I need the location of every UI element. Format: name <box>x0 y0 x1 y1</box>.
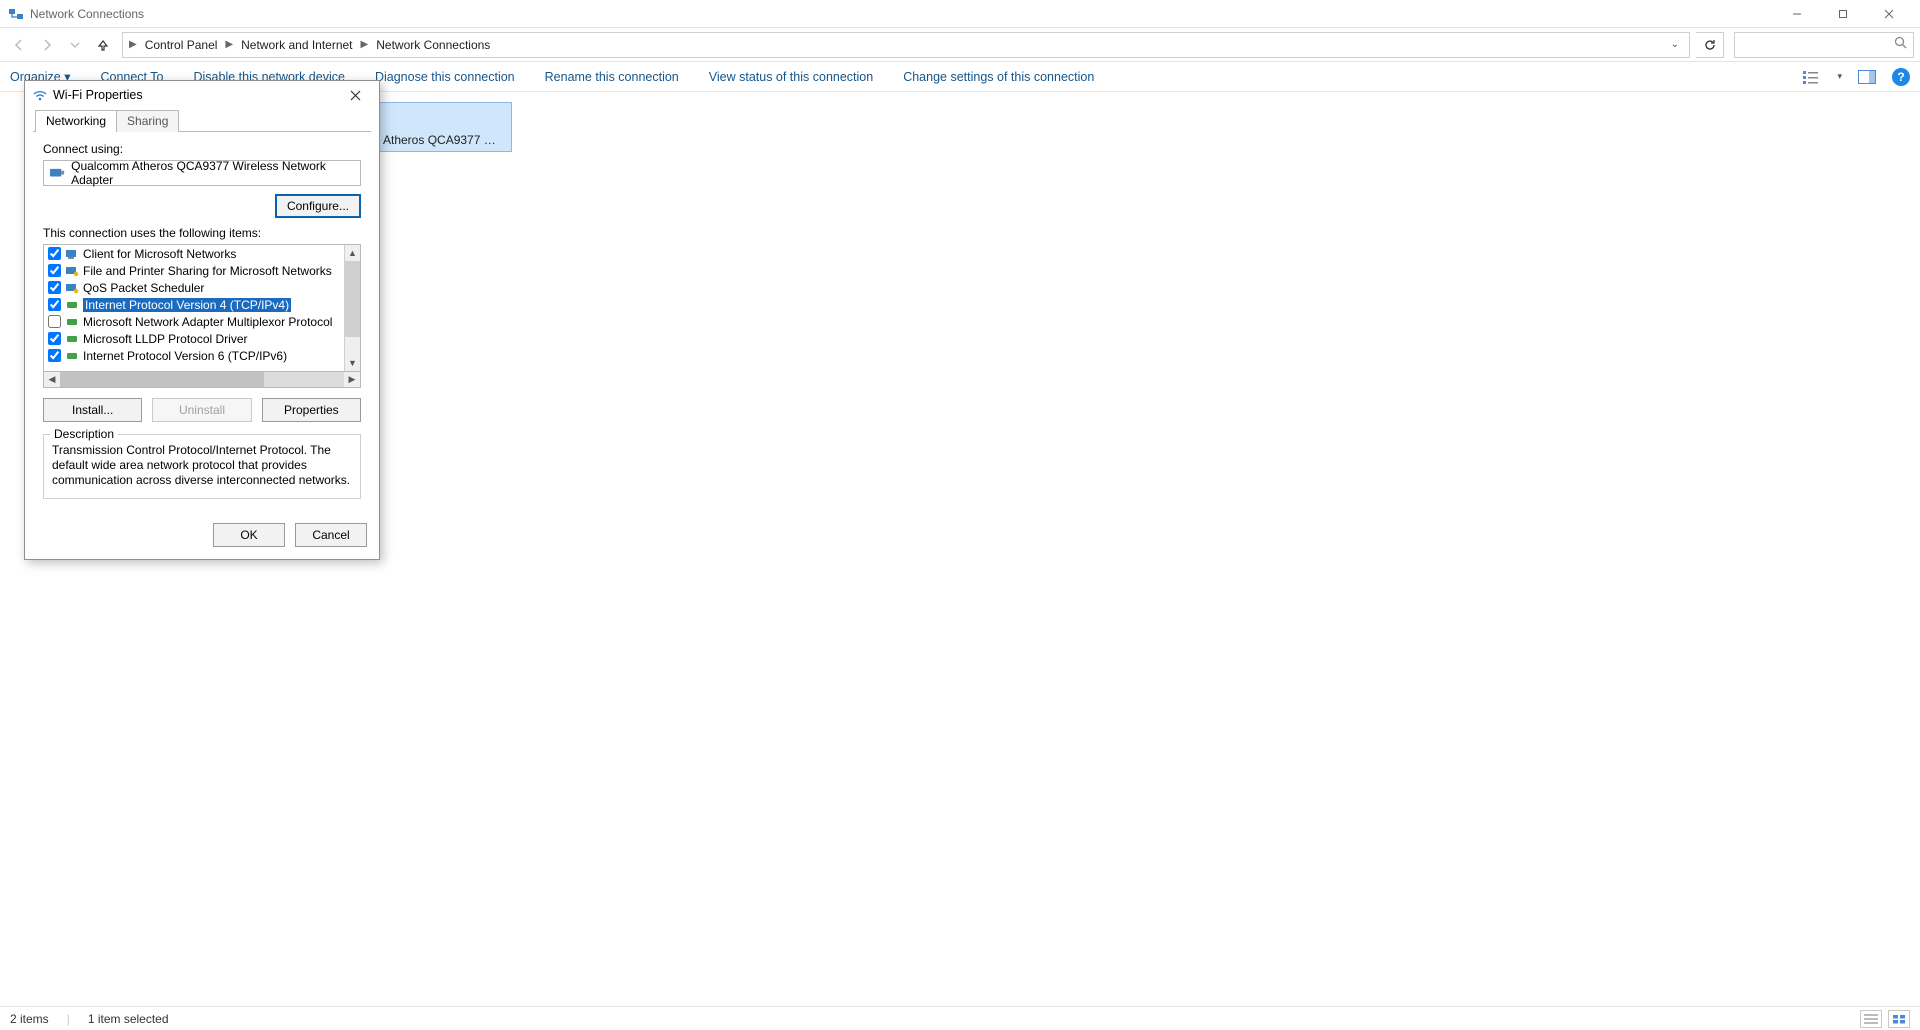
minimize-button[interactable] <box>1774 0 1820 28</box>
protocol-items-list[interactable]: Client for Microsoft Networks File and Pr… <box>43 244 361 372</box>
ok-button[interactable]: OK <box>213 523 285 547</box>
address-bar: ▶ Control Panel ▶ Network and Internet ▶… <box>0 28 1920 62</box>
dialog-tabs: Networking Sharing <box>25 109 379 131</box>
protocol-item[interactable]: QoS Packet Scheduler <box>44 279 344 296</box>
protocol-item-label: QoS Packet Scheduler <box>83 281 204 295</box>
adapter-tile-label: Atheros QCA9377 Wir... <box>383 133 505 147</box>
protocol-item-checkbox[interactable] <box>48 349 61 362</box>
protocol-item-checkbox[interactable] <box>48 281 61 294</box>
protocol-item-label: Microsoft LLDP Protocol Driver <box>83 332 248 346</box>
breadcrumb-segment[interactable]: Network and Internet <box>235 33 358 57</box>
proto-icon <box>65 350 79 362</box>
protocol-item-checkbox[interactable] <box>48 264 61 277</box>
scroll-up-button[interactable]: ▲ <box>345 245 360 261</box>
dialog-close-button[interactable] <box>339 83 371 107</box>
chevron-right-icon: ▶ <box>359 39 371 50</box>
nav-back-button[interactable] <box>6 32 32 58</box>
protocol-item-label: Internet Protocol Version 6 (TCP/IPv6) <box>83 349 287 363</box>
description-text: Transmission Control Protocol/Internet P… <box>52 443 352 488</box>
adapter-readonly-field: Qualcomm Atheros QCA9377 Wireless Networ… <box>43 160 361 186</box>
scroll-thumb[interactable] <box>345 261 360 337</box>
cmd-rename[interactable]: Rename this connection <box>545 70 679 84</box>
help-icon[interactable]: ? <box>1892 68 1910 86</box>
description-group: Description Transmission Control Protoco… <box>43 434 361 499</box>
scroll-down-button[interactable]: ▼ <box>345 355 360 371</box>
proto-icon <box>65 316 79 328</box>
breadcrumb[interactable]: ▶ Control Panel ▶ Network and Internet ▶… <box>122 32 1690 58</box>
details-view-button[interactable] <box>1860 1010 1882 1028</box>
service-icon <box>65 265 79 277</box>
chevron-down-icon[interactable]: ▾ <box>1837 71 1842 82</box>
install-button[interactable]: Install... <box>43 398 142 422</box>
refresh-button[interactable] <box>1696 32 1724 58</box>
network-adapter-icon <box>50 167 65 179</box>
protocol-item-label: Internet Protocol Version 4 (TCP/IPv4) <box>83 298 291 312</box>
tab-panel-networking: Connect using: Qualcomm Atheros QCA9377 … <box>33 131 371 509</box>
protocol-item-checkbox[interactable] <box>48 298 61 311</box>
service-icon <box>65 282 79 294</box>
protocol-item[interactable]: File and Printer Sharing for Microsoft N… <box>44 262 344 279</box>
dialog-footer: OK Cancel <box>25 517 379 559</box>
preview-pane-button[interactable] <box>1858 68 1876 86</box>
tab-sharing[interactable]: Sharing <box>116 110 179 132</box>
search-icon <box>1894 36 1907 54</box>
large-icons-view-button[interactable] <box>1888 1010 1910 1028</box>
cmd-diagnose[interactable]: Diagnose this connection <box>375 70 515 84</box>
chevron-right-icon: ▶ <box>223 39 235 50</box>
description-legend: Description <box>50 427 118 441</box>
status-bar: 2 items | 1 item selected <box>0 1006 1920 1030</box>
recent-dropdown-button[interactable] <box>62 32 88 58</box>
scroll-right-button[interactable]: ▶ <box>344 372 360 387</box>
connect-using-label: Connect using: <box>43 142 361 156</box>
maximize-button[interactable] <box>1820 0 1866 28</box>
properties-button[interactable]: Properties <box>262 398 361 422</box>
breadcrumb-segment[interactable]: Network Connections <box>370 33 496 57</box>
cmd-change-settings[interactable]: Change settings of this connection <box>903 70 1094 84</box>
separator: | <box>67 1012 70 1026</box>
network-connections-icon <box>8 6 24 22</box>
adapter-tile[interactable]: Atheros QCA9377 Wir... <box>376 102 512 152</box>
horizontal-scrollbar[interactable]: ◀ ▶ <box>43 372 361 388</box>
uninstall-button: Uninstall <box>152 398 251 422</box>
view-mode-button[interactable] <box>1803 68 1821 86</box>
tab-networking[interactable]: Networking <box>35 110 117 132</box>
protocol-item[interactable]: Microsoft Network Adapter Multiplexor Pr… <box>44 313 344 330</box>
configure-button[interactable]: Configure... <box>275 194 361 218</box>
vertical-scrollbar[interactable]: ▲ ▼ <box>344 245 360 371</box>
status-item-count: 2 items <box>10 1012 49 1026</box>
proto-icon <box>65 299 79 311</box>
window-title: Network Connections <box>30 7 144 21</box>
scroll-thumb-h[interactable] <box>60 372 264 387</box>
protocol-item-checkbox[interactable] <box>48 332 61 345</box>
protocol-item[interactable]: Internet Protocol Version 4 (TCP/IPv4) <box>44 296 344 313</box>
wifi-properties-dialog: Wi-Fi Properties Networking Sharing Conn… <box>24 80 380 560</box>
search-input[interactable] <box>1734 32 1914 58</box>
protocol-item[interactable]: Internet Protocol Version 6 (TCP/IPv6) <box>44 347 344 364</box>
nav-forward-button[interactable] <box>34 32 60 58</box>
window-close-button[interactable] <box>1866 0 1912 28</box>
scroll-left-button[interactable]: ◀ <box>44 372 60 387</box>
chevron-right-icon: ▶ <box>127 39 139 50</box>
client-icon <box>65 248 79 260</box>
dialog-titlebar[interactable]: Wi-Fi Properties <box>25 81 379 109</box>
protocol-item-label: Client for Microsoft Networks <box>83 247 236 261</box>
protocol-item[interactable]: Client for Microsoft Networks <box>44 245 344 262</box>
breadcrumb-dropdown[interactable]: ⌄ <box>1671 39 1685 50</box>
protocol-item-label: Microsoft Network Adapter Multiplexor Pr… <box>83 315 332 329</box>
protocol-item-checkbox[interactable] <box>48 247 61 260</box>
protocol-item-checkbox[interactable] <box>48 315 61 328</box>
protocol-item[interactable]: Microsoft LLDP Protocol Driver <box>44 330 344 347</box>
items-label: This connection uses the following items… <box>43 226 361 240</box>
protocol-item-label: File and Printer Sharing for Microsoft N… <box>83 264 332 278</box>
cmd-view-status[interactable]: View status of this connection <box>709 70 873 84</box>
status-selection: 1 item selected <box>88 1012 169 1026</box>
nav-up-button[interactable] <box>90 32 116 58</box>
wifi-icon <box>33 88 47 102</box>
cancel-button[interactable]: Cancel <box>295 523 367 547</box>
adapter-name: Qualcomm Atheros QCA9377 Wireless Networ… <box>71 159 354 187</box>
breadcrumb-segment[interactable]: Control Panel <box>139 33 224 57</box>
window-titlebar: Network Connections <box>0 0 1920 28</box>
proto-icon <box>65 333 79 345</box>
dialog-title: Wi-Fi Properties <box>53 88 143 102</box>
